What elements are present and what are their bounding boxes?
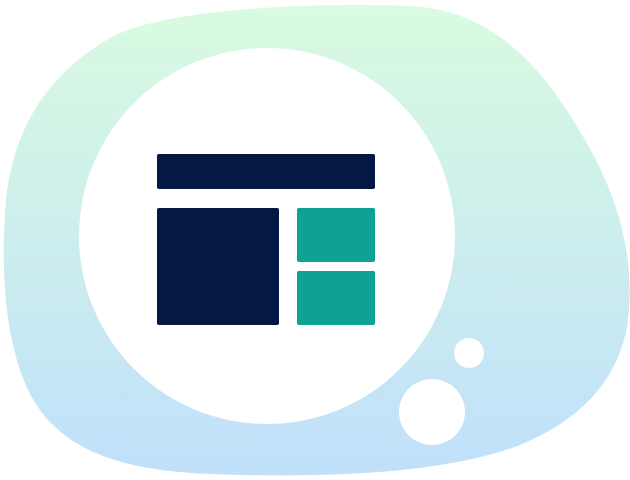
- bubble-small: [454, 338, 484, 368]
- layout-side-bottom-block: [297, 271, 375, 325]
- layout-grid-icon: [157, 154, 375, 325]
- layout-main-block: [157, 208, 279, 325]
- bubble-large: [399, 379, 465, 445]
- layout-illustration-svg: [3, 5, 630, 476]
- layout-header-block: [157, 154, 375, 189]
- layout-illustration: [0, 0, 630, 480]
- layout-side-top-block: [297, 208, 375, 262]
